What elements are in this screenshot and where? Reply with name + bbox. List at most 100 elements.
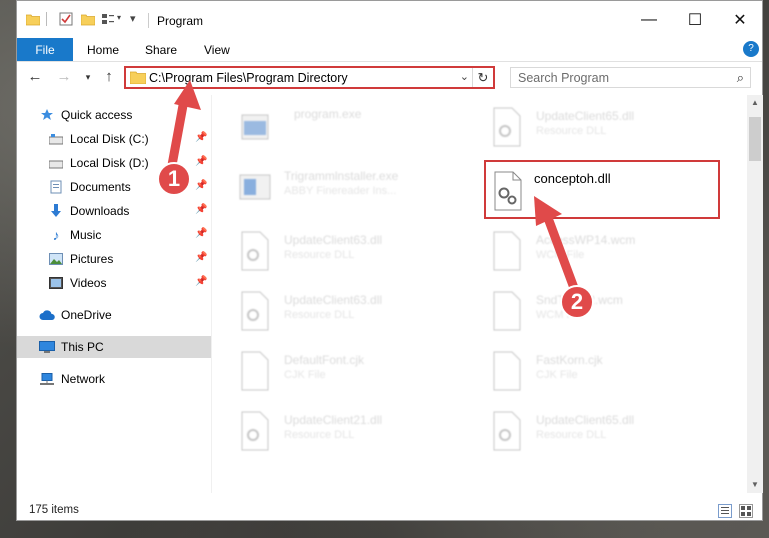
dll-file-icon bbox=[241, 231, 269, 271]
file-type: Resource DLL bbox=[284, 309, 355, 321]
scroll-down-icon[interactable]: ▼ bbox=[747, 477, 763, 493]
address-bar[interactable]: C:\Program Files\Program Directory ⌄ ↻ bbox=[124, 66, 495, 89]
sidebar-item-quick-access[interactable]: Quick access bbox=[17, 104, 211, 126]
sidebar-item-label: Local Disk (C:) bbox=[70, 132, 149, 146]
chevron-down-icon[interactable]: ⌄ bbox=[460, 70, 469, 83]
network-icon bbox=[39, 371, 55, 387]
help-icon[interactable]: ? bbox=[743, 41, 759, 57]
file-item[interactable]: Trigrammlnstaller.exe ABBY Finereader In… bbox=[212, 155, 452, 207]
refresh-icon[interactable]: ↻ bbox=[472, 68, 493, 87]
tab-share[interactable]: Share bbox=[145, 38, 177, 61]
tab-file[interactable]: File bbox=[17, 38, 73, 61]
search-input[interactable]: Search Program ⌕ bbox=[510, 67, 751, 88]
pin-icon[interactable]: 📌 bbox=[195, 276, 207, 287]
sidebar-item-videos[interactable]: Videos 📌 bbox=[17, 272, 211, 294]
sidebar-item-music[interactable]: ♪ Music 📌 bbox=[17, 224, 211, 246]
file-item[interactable]: UpdateClient21.dll Resource DLL bbox=[212, 399, 452, 451]
pin-icon[interactable]: 📌 bbox=[195, 180, 207, 191]
generic-file-icon bbox=[493, 291, 521, 331]
step-badge-1: 1 bbox=[157, 162, 191, 196]
download-icon bbox=[48, 203, 64, 219]
sidebar-item-label: This PC bbox=[61, 340, 104, 354]
file-item[interactable]: UpdateClient63.dll Resource DLL bbox=[212, 219, 452, 271]
item-count: 175 items bbox=[29, 504, 79, 516]
status-bar: 175 items bbox=[17, 501, 762, 521]
music-icon: ♪ bbox=[52, 227, 60, 243]
star-icon bbox=[39, 107, 55, 123]
back-arrow-icon[interactable]: ← bbox=[26, 68, 44, 86]
file-item[interactable]: program.exe bbox=[212, 95, 452, 147]
sidebar-item-label: Documents bbox=[70, 180, 131, 194]
file-name: program.exe bbox=[294, 107, 362, 121]
sidebar-item-label: Pictures bbox=[70, 252, 114, 266]
close-button[interactable]: ✕ bbox=[717, 1, 763, 38]
file-type: CJK File bbox=[536, 369, 578, 381]
sidebar-item-this-pc[interactable]: This PC bbox=[17, 336, 211, 358]
ribbon-tabs: File Home Share View ? bbox=[17, 38, 762, 62]
sidebar-item-label: Quick access bbox=[61, 108, 133, 122]
pin-icon[interactable]: 📌 bbox=[195, 252, 207, 263]
scroll-up-icon[interactable]: ▲ bbox=[747, 95, 763, 111]
pin-icon[interactable]: 📌 bbox=[195, 204, 207, 215]
properties-icon[interactable] bbox=[59, 12, 73, 26]
up-arrow-icon[interactable]: ↑ bbox=[100, 68, 118, 86]
qa-dropdown-icon[interactable]: ▾ bbox=[130, 12, 136, 25]
file-item[interactable]: FastKorn.cjk CJK File bbox=[464, 339, 704, 391]
pin-icon[interactable]: 📌 bbox=[195, 228, 207, 239]
recent-locations-icon[interactable]: ▾ bbox=[79, 68, 97, 86]
sidebar-item-pictures[interactable]: Pictures 📌 bbox=[17, 248, 211, 270]
large-icons-view-icon[interactable] bbox=[739, 504, 753, 518]
file-type: ABBY Finereader Ins... bbox=[284, 185, 397, 197]
file-name: UpdateClient65.dll bbox=[536, 109, 635, 123]
qa-customize-icon[interactable]: ▾ bbox=[117, 13, 121, 22]
window-title: Program bbox=[157, 14, 204, 28]
pictures-icon bbox=[48, 251, 64, 267]
file-item[interactable]: UpdateClient65.dll Resource DLL bbox=[464, 399, 704, 451]
installer-file-icon bbox=[239, 174, 271, 200]
file-item[interactable]: UpdateClient63.dll Resource DLL bbox=[212, 279, 452, 331]
file-type: WCM File bbox=[536, 249, 585, 261]
dll-file-icon bbox=[493, 411, 521, 451]
generic-file-icon bbox=[241, 351, 269, 391]
file-item[interactable]: AccessWP14.wcm WCM File bbox=[464, 219, 704, 271]
file-name: AccessWP14.wcm bbox=[536, 233, 636, 247]
sidebar-item-local-disk-c[interactable]: Local Disk (C:) 📌 bbox=[17, 128, 211, 150]
search-icon[interactable]: ⌕ bbox=[737, 70, 744, 86]
dll-file-icon bbox=[493, 107, 521, 147]
tab-home[interactable]: Home bbox=[87, 38, 119, 61]
maximize-button[interactable]: ☐ bbox=[672, 1, 718, 38]
forward-arrow-icon[interactable]: → bbox=[55, 68, 73, 86]
sidebar-item-label: Network bbox=[61, 372, 106, 386]
tab-view[interactable]: View bbox=[204, 38, 230, 61]
pin-icon[interactable]: 📌 bbox=[195, 156, 207, 167]
highlight-box-file bbox=[484, 160, 720, 219]
sidebar-item-downloads[interactable]: Downloads 📌 bbox=[17, 200, 211, 222]
sidebar-item-onedrive[interactable]: OneDrive bbox=[17, 304, 211, 326]
folder-icon[interactable] bbox=[26, 12, 40, 26]
sidebar-item-label: OneDrive bbox=[61, 308, 112, 322]
sidebar-item-label: Local Disk (D:) bbox=[70, 156, 149, 170]
dll-file-icon bbox=[241, 411, 269, 451]
scrollbar-thumb[interactable] bbox=[749, 117, 761, 161]
file-type: CJK File bbox=[284, 369, 326, 381]
minimize-button[interactable]: — bbox=[626, 1, 672, 38]
sidebar-item-label: Downloads bbox=[70, 204, 130, 218]
file-name: UpdateClient63.dll bbox=[284, 233, 383, 247]
file-type: Resource DLL bbox=[284, 249, 355, 261]
file-item[interactable]: DefaultFont.cjk CJK File bbox=[212, 339, 452, 391]
navigation-pane: Quick access Local Disk (C:) 📌 Local Dis… bbox=[17, 95, 211, 493]
view-options-icon[interactable] bbox=[101, 12, 115, 26]
file-name: UpdateClient21.dll bbox=[284, 413, 383, 427]
file-item[interactable]: UpdateClient65.dll Resource DLL bbox=[464, 95, 704, 147]
drive-icon bbox=[48, 155, 64, 171]
details-view-icon[interactable] bbox=[718, 504, 732, 518]
sidebar-item-network[interactable]: Network bbox=[17, 368, 211, 390]
file-list: program.exe UpdateClient65.dll Resource … bbox=[212, 95, 746, 493]
sidebar-item-label: Music bbox=[70, 228, 102, 242]
qa-separator bbox=[46, 12, 47, 26]
vertical-scrollbar[interactable]: ▲ ▼ bbox=[747, 95, 763, 493]
file-name: FastKorn.cjk bbox=[536, 353, 603, 367]
new-folder-icon[interactable] bbox=[81, 12, 95, 26]
file-type: Resource DLL bbox=[284, 429, 355, 441]
pin-icon[interactable]: 📌 bbox=[195, 132, 207, 143]
